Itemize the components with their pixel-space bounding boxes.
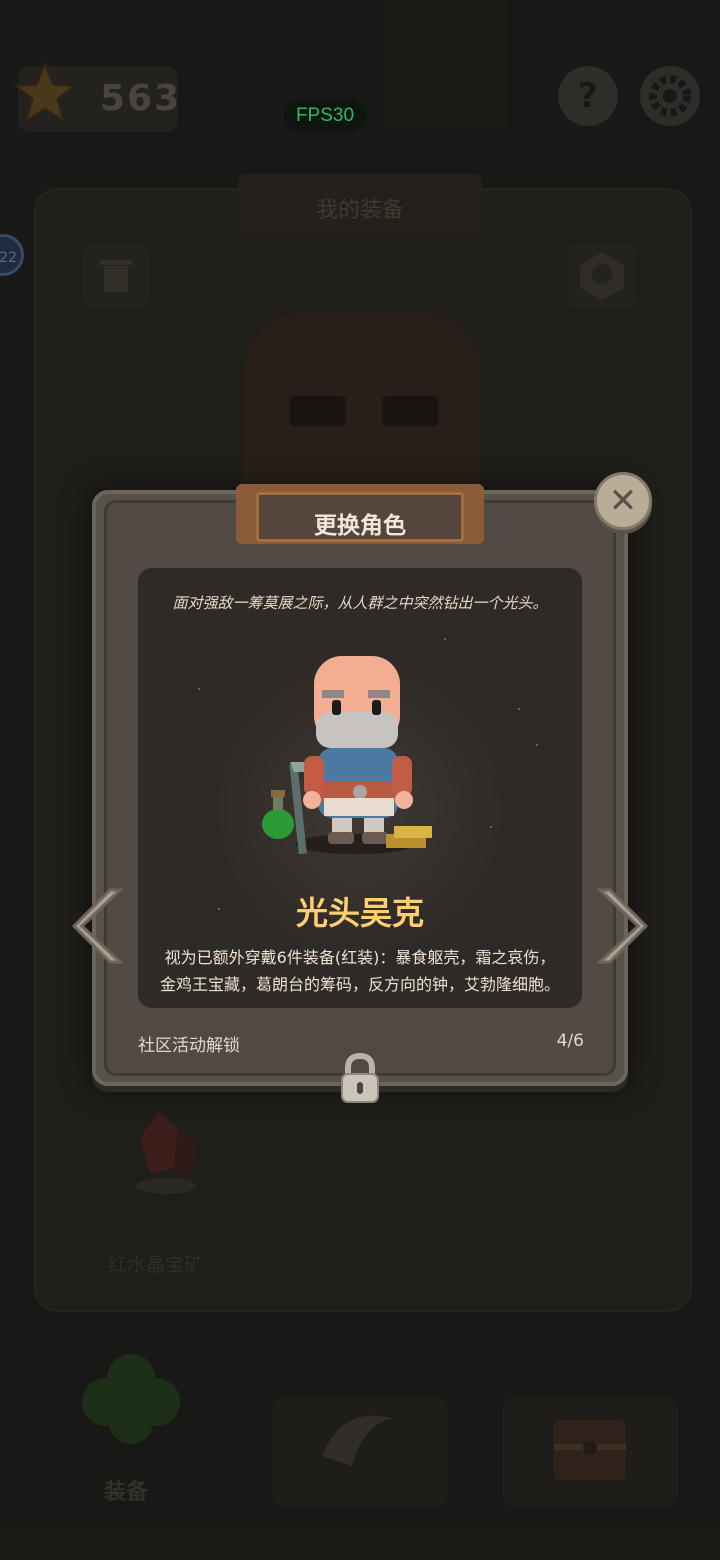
close-button[interactable]: ✕ bbox=[594, 472, 652, 530]
character-description: 面对强敌一筹莫展之际，从人群之中突然钻出一个光头。 bbox=[172, 594, 548, 612]
character-portrait bbox=[262, 656, 432, 855]
dialog-title: 更换角色 bbox=[314, 513, 406, 539]
page-indicator: 4/6 bbox=[556, 1031, 584, 1051]
arrow-left-icon[interactable] bbox=[68, 884, 128, 968]
character-ability: 视为已额外穿戴6件装备(红装)：暴食躯壳，霜之哀伤， 金鸡王宝藏，葛朗台的筹码，… bbox=[144, 944, 576, 998]
ability-line: 金鸡王宝藏，葛朗台的筹码，反方向的钟，艾勃隆细胞。 bbox=[159, 975, 560, 994]
character-name: 光头吴克 bbox=[295, 894, 424, 932]
arrow-right-icon[interactable] bbox=[592, 884, 652, 968]
unlock-method: 社区活动解锁 bbox=[138, 1036, 240, 1056]
ability-line: 视为已额外穿戴6件装备(红装)：暴食躯壳，霜之哀伤， bbox=[164, 948, 556, 967]
close-icon: ✕ bbox=[608, 481, 638, 521]
lock-icon bbox=[341, 1052, 379, 1103]
